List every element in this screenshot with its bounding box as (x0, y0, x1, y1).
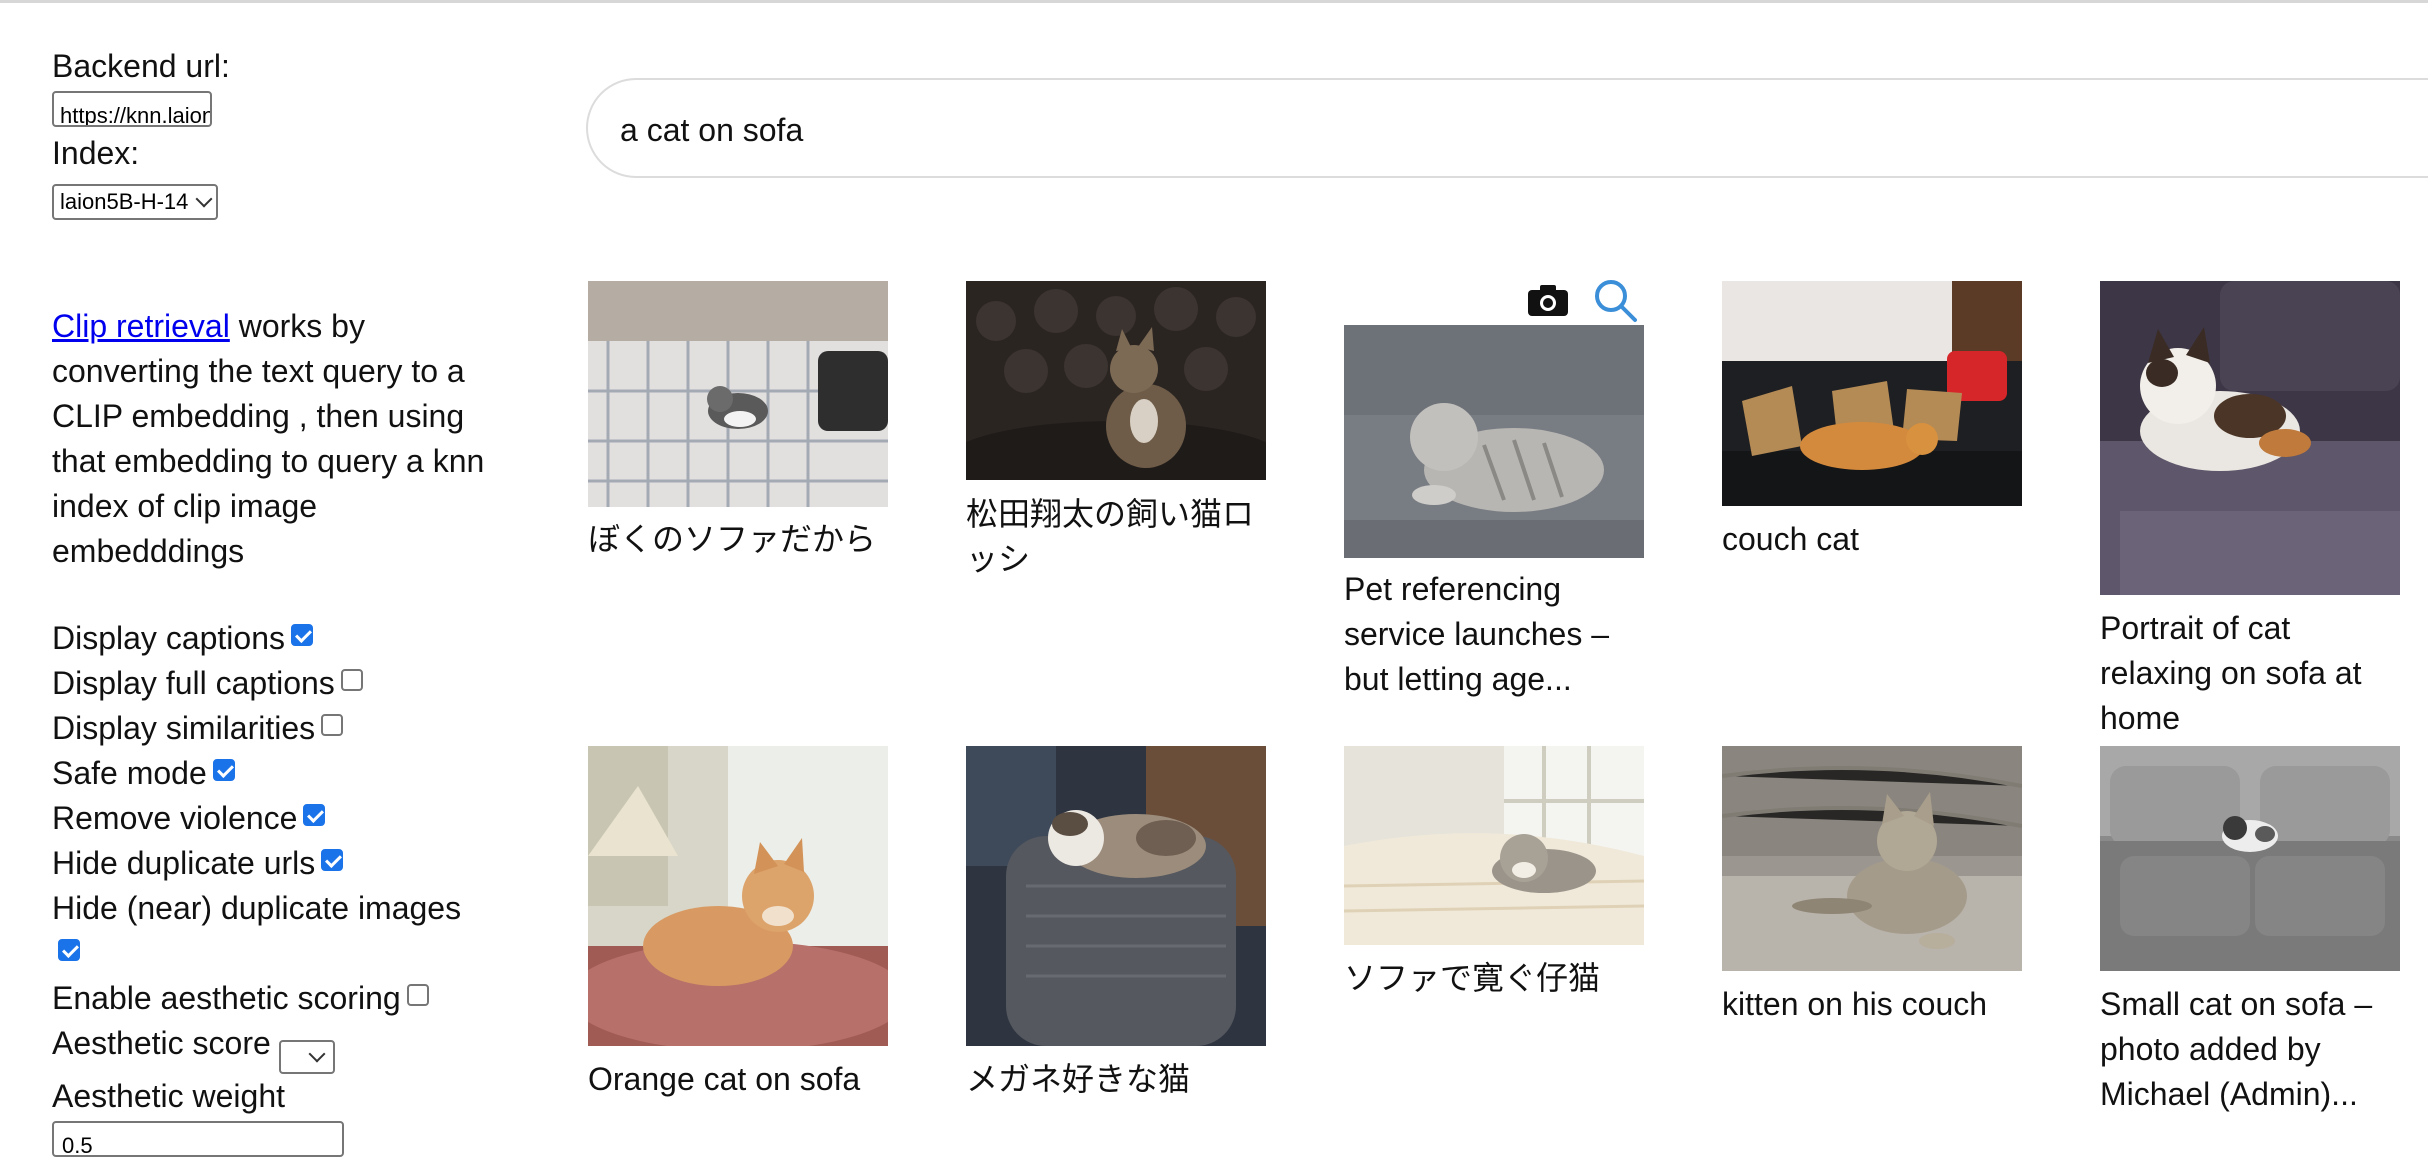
option-display-captions: Display captions (52, 616, 512, 661)
option-hide-near-duplicate-images: Hide (near) duplicate images (52, 889, 462, 926)
search-input[interactable]: a cat on sofa (620, 112, 803, 149)
backend-url-label: Backend url: (52, 48, 230, 84)
safe-mode-checkbox[interactable] (212, 758, 235, 781)
remove-violence-checkbox[interactable] (303, 803, 326, 826)
result-caption: ぼくのソファだから (588, 521, 877, 557)
result-caption: Portrait of cat relaxing on sofa at home (2100, 610, 2362, 736)
display-full-captions-checkbox[interactable] (340, 668, 363, 691)
result-caption: Small cat on sofa – photo added by Micha… (2100, 986, 2373, 1112)
description-text: works by converting the text query to a … (52, 307, 485, 569)
result-caption: メガネ好きな猫 (966, 1061, 1191, 1097)
clip-retrieval-link[interactable]: Clip retrieval (52, 308, 230, 344)
sidebar: Backend url: https://knn.laion.ai Index:… (52, 44, 512, 1158)
search-bar[interactable]: a cat on sofa (586, 78, 2428, 178)
result-image[interactable] (1344, 325, 1644, 558)
display-captions-checkbox[interactable] (291, 623, 313, 646)
result-caption: Orange cat on sofa (588, 1061, 861, 1097)
result-caption: 松田翔太の飼い猫ロッシ (966, 496, 1255, 577)
result-image[interactable] (1722, 746, 2022, 971)
aesthetic-weight-input[interactable]: 0.5 (52, 1120, 344, 1158)
option-display-similarities: Display similarities (52, 706, 512, 751)
option-hide-duplicate-urls: Hide duplicate urls (52, 841, 512, 886)
option-display-full-captions: Display full captions (52, 661, 512, 706)
option-aesthetic-weight: Aesthetic weight (52, 1077, 286, 1114)
enable-aesthetic-scoring-checkbox[interactable] (406, 983, 429, 1006)
result-image[interactable] (966, 281, 1266, 480)
index-select[interactable]: laion5B-H-14 (52, 183, 219, 220)
display-similarities-checkbox[interactable] (321, 713, 344, 736)
option-remove-violence: Remove violence (52, 796, 512, 841)
aesthetic-score-select[interactable] (278, 1039, 335, 1074)
result-image[interactable] (1722, 281, 2022, 506)
option-enable-aesthetic-scoring: Enable aesthetic scoring (52, 976, 512, 1021)
result-image[interactable] (588, 281, 888, 507)
result-image[interactable] (2100, 746, 2400, 971)
description: Clip retrieval works by converting the t… (52, 304, 512, 574)
result-caption: kitten on his couch (1722, 986, 1988, 1022)
options-list: Display captions Display full captions D… (52, 616, 512, 1158)
option-aesthetic-score: Aesthetic score (52, 1021, 512, 1074)
result-image[interactable] (588, 746, 888, 1046)
hide-duplicate-urls-checkbox[interactable] (321, 848, 344, 871)
result-image[interactable] (2100, 281, 2400, 595)
result-image[interactable] (966, 746, 1266, 1046)
backend-url-input[interactable]: https://knn.laion.ai (52, 91, 212, 127)
chevron-down-icon (308, 1045, 326, 1062)
result-image[interactable] (1344, 746, 1644, 945)
index-label: Index: (52, 135, 140, 171)
result-caption: ソファで寛ぐ仔猫 (1344, 960, 1601, 996)
result-caption: couch cat (1722, 521, 1859, 557)
search-icon[interactable] (1592, 277, 1638, 328)
option-safe-mode: Safe mode (52, 751, 512, 796)
result-toolbar (1526, 279, 1638, 324)
hide-near-duplicate-images-checkbox[interactable] (58, 938, 80, 961)
index-select-value: laion5B-H-14 (60, 189, 189, 214)
result-caption: Pet referencing service launches – but l… (1344, 571, 1610, 697)
top-border (0, 0, 2428, 3)
camera-icon[interactable] (1526, 282, 1570, 323)
chevron-down-icon (195, 190, 213, 207)
